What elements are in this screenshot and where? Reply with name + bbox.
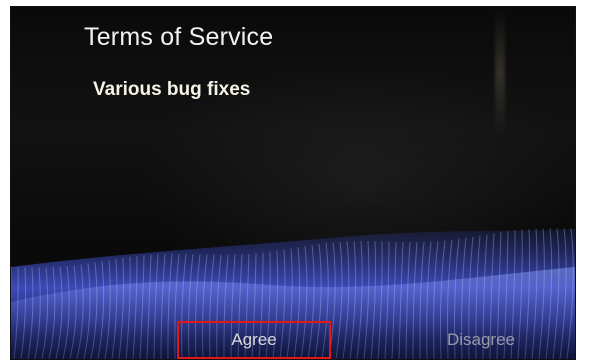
infotainment-screen: Terms of Service Various bug fixes Agree… <box>10 6 576 360</box>
glare-reflection <box>495 7 505 137</box>
agree-button[interactable]: Agree <box>177 321 331 359</box>
dialog-title: Terms of Service <box>84 23 274 51</box>
disagree-button[interactable]: Disagree <box>429 321 533 359</box>
agree-button-label: Agree <box>231 330 277 349</box>
disagree-button-label: Disagree <box>446 330 516 349</box>
dialog-message: Various bug fixes <box>93 79 251 100</box>
